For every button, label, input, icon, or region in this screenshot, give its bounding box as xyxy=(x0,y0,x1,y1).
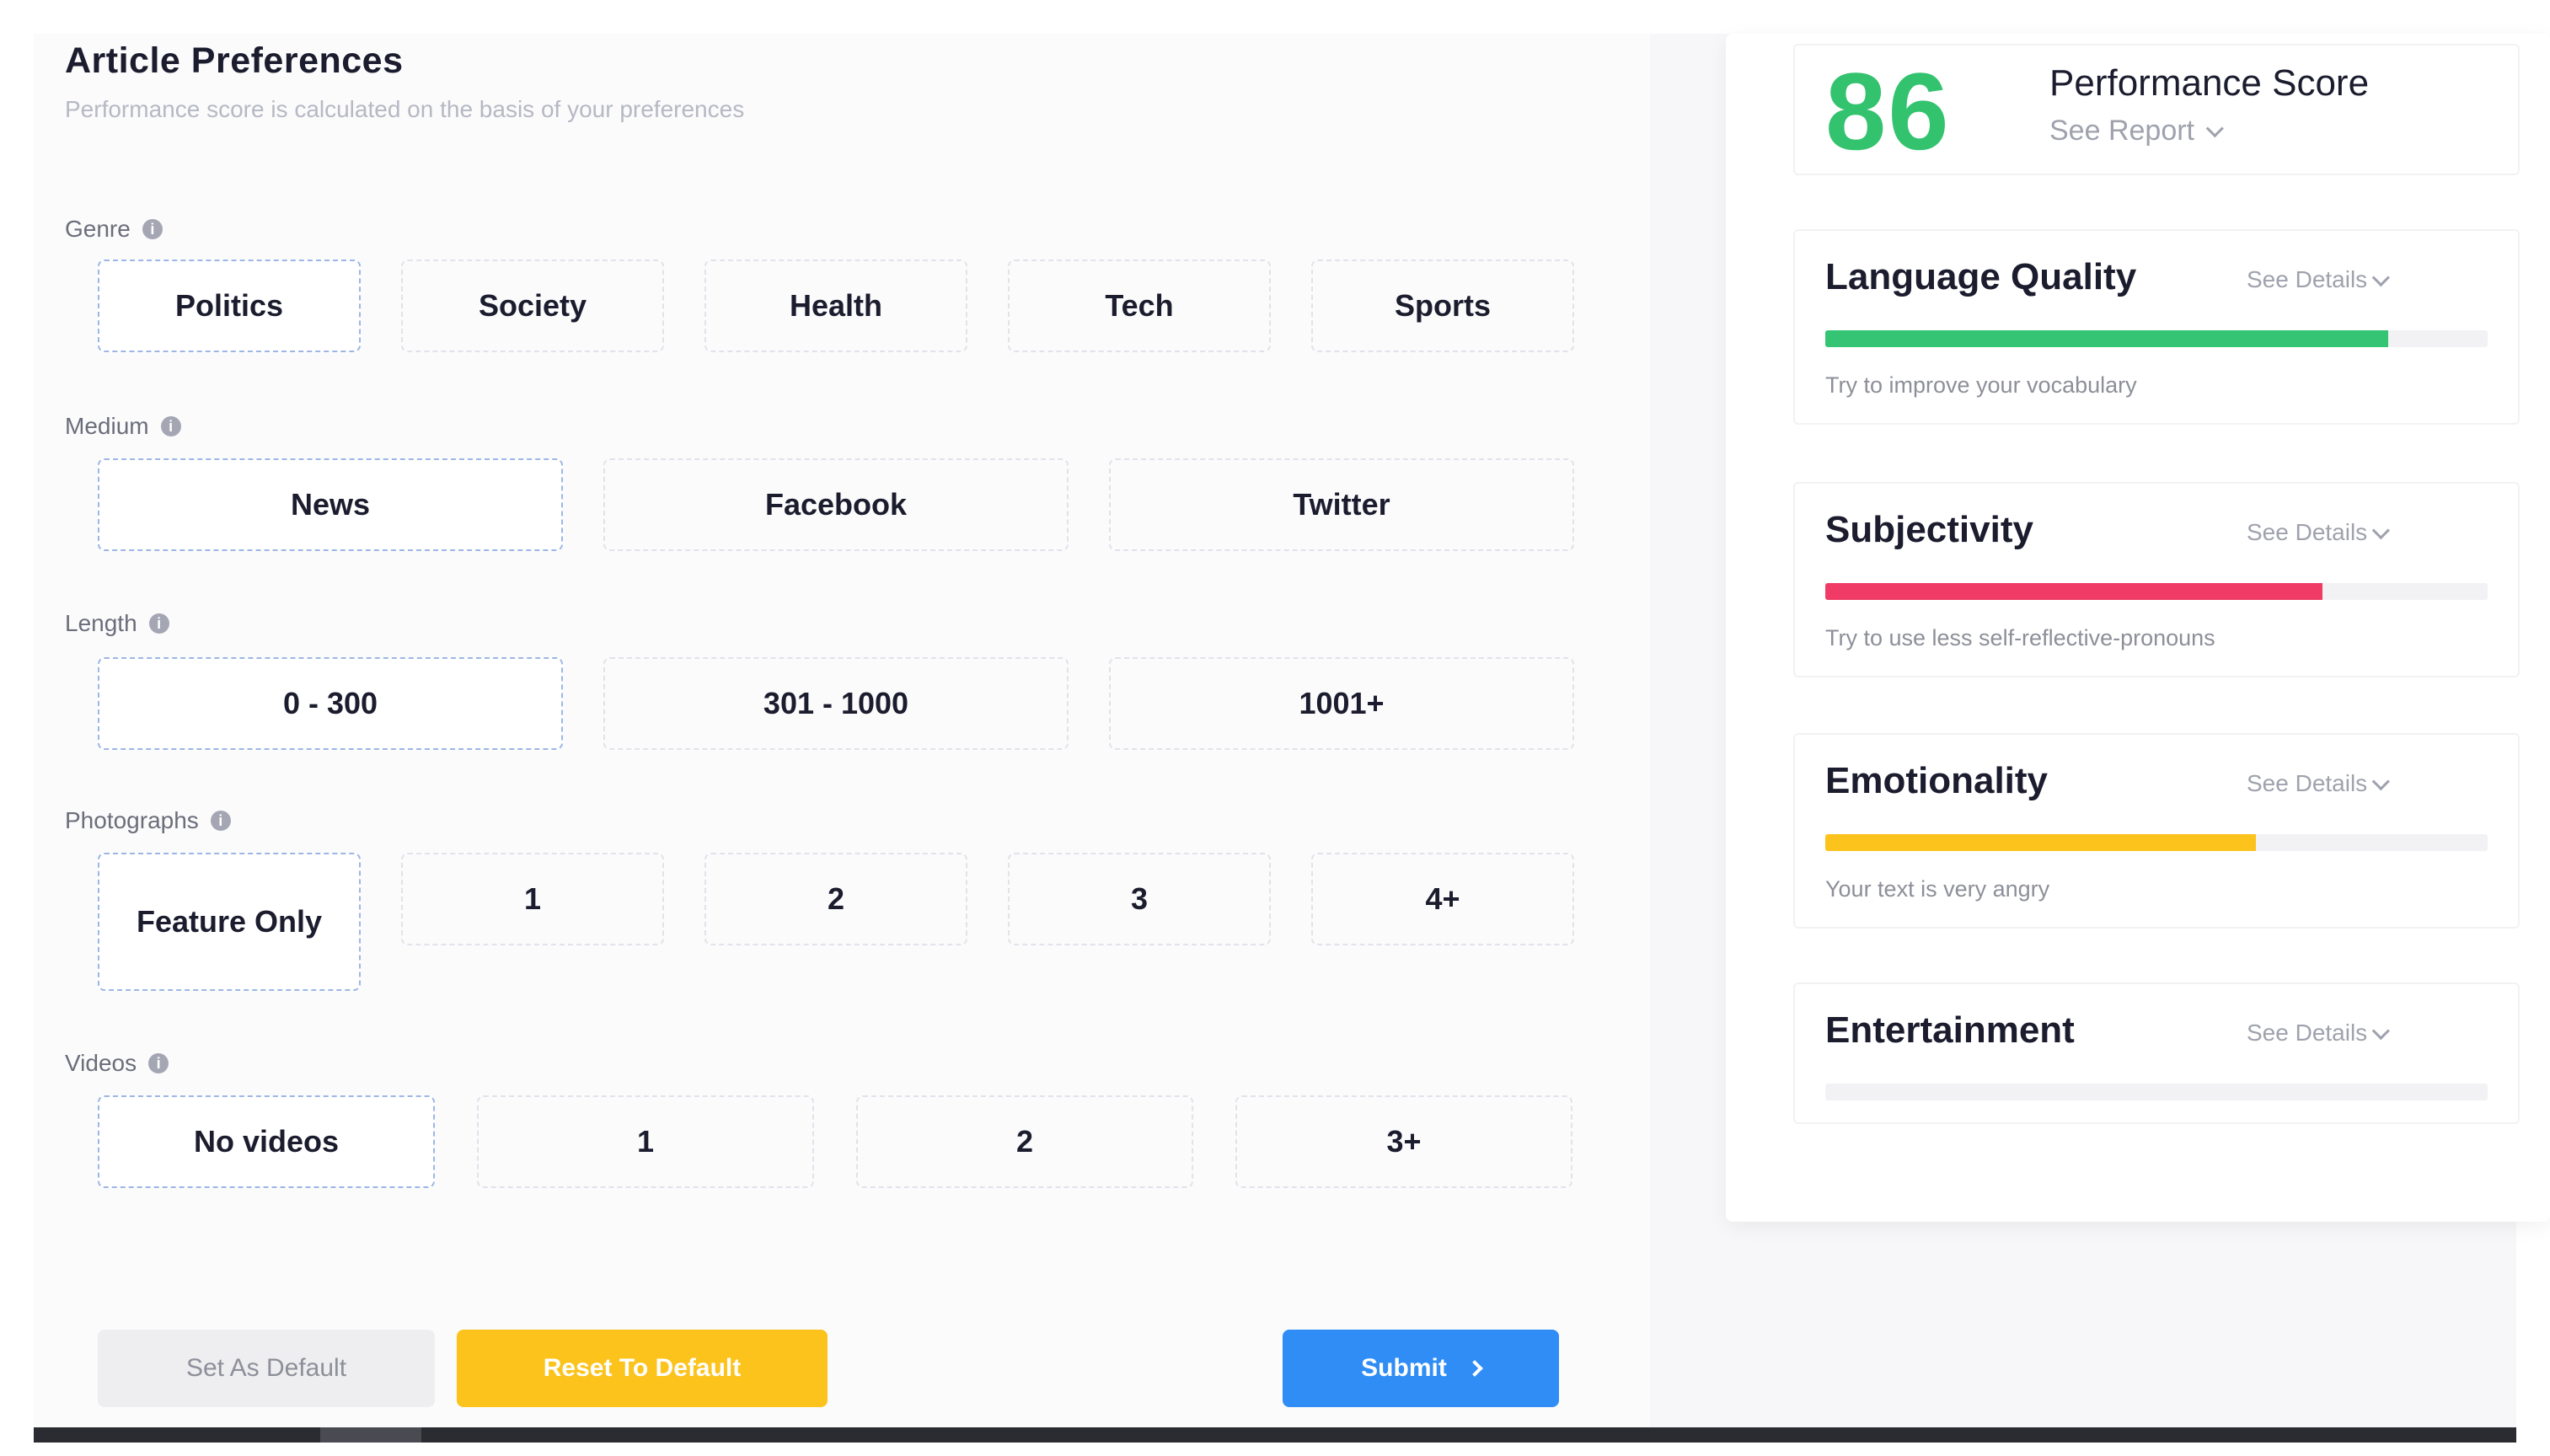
metric-title: Emotionality xyxy=(1825,760,2049,801)
submit-button[interactable]: Submit xyxy=(1283,1330,1559,1407)
performance-score-title: Performance Score xyxy=(2049,62,2370,104)
genre-option-society[interactable]: Society xyxy=(401,260,664,352)
progress-track xyxy=(1825,834,2488,851)
info-icon[interactable]: i xyxy=(210,811,231,831)
progress-fill xyxy=(1825,834,2256,851)
medium-option-news[interactable]: News xyxy=(98,458,563,551)
videos-option-1[interactable]: 1 xyxy=(477,1095,814,1188)
metric-card-language-quality: Language Quality See Details Try to impr… xyxy=(1793,229,2520,425)
photographs-option-4-plus[interactable]: 4+ xyxy=(1311,853,1574,945)
medium-label: Medium i xyxy=(65,413,181,440)
videos-option-none[interactable]: No videos xyxy=(98,1095,435,1188)
chevron-right-icon xyxy=(1465,1360,1483,1377)
scrollbar-thumb[interactable] xyxy=(320,1427,421,1443)
length-option-0-300[interactable]: 0 - 300 xyxy=(98,657,563,750)
chevron-down-icon xyxy=(2371,772,2391,790)
metric-hint: Try to use less self-reflective-pronouns xyxy=(1825,625,2215,650)
medium-option-twitter[interactable]: Twitter xyxy=(1109,458,1574,551)
info-icon[interactable]: i xyxy=(148,613,169,634)
medium-option-facebook[interactable]: Facebook xyxy=(603,458,1069,551)
metric-hint: Your text is very angry xyxy=(1825,876,2050,902)
genre-option-sports[interactable]: Sports xyxy=(1311,260,1574,352)
submit-label: Submit xyxy=(1361,1354,1447,1382)
set-as-default-button[interactable]: Set As Default xyxy=(98,1330,435,1407)
metric-card-emotionality: Emotionality See Details Your text is ve… xyxy=(1793,733,2520,929)
progress-track xyxy=(1825,1084,2488,1100)
progress-track xyxy=(1825,330,2488,347)
videos-label: Videos i xyxy=(65,1050,169,1077)
chevron-down-icon xyxy=(2371,268,2391,286)
page-subtitle: Performance score is calculated on the b… xyxy=(65,96,745,122)
performance-score-card: 86 Performance Score See Report xyxy=(1793,44,2520,175)
length-label: Length i xyxy=(65,610,169,637)
photographs-option-2[interactable]: 2 xyxy=(704,853,967,945)
progress-fill xyxy=(1825,330,2389,347)
photographs-option-1[interactable]: 1 xyxy=(401,853,664,945)
see-details-link[interactable]: See Details xyxy=(2247,770,2391,797)
photographs-label: Photographs i xyxy=(65,807,231,834)
chevron-down-icon xyxy=(2205,120,2224,138)
page-title: Article Preferences xyxy=(65,40,404,81)
metric-card-subjectivity: Subjectivity See Details Try to use less… xyxy=(1793,482,2520,677)
chevron-down-icon xyxy=(2371,521,2391,539)
info-icon[interactable]: i xyxy=(148,1053,169,1073)
metric-card-entertainment: Entertainment See Details xyxy=(1793,982,2520,1124)
info-icon[interactable]: i xyxy=(142,219,163,239)
genre-option-politics[interactable]: Politics xyxy=(98,260,361,352)
reset-to-default-button[interactable]: Reset To Default xyxy=(457,1330,828,1407)
progress-track xyxy=(1825,583,2488,600)
see-report-link[interactable]: See Report xyxy=(2049,115,2224,147)
metric-title: Subjectivity xyxy=(1825,509,2033,550)
see-details-link[interactable]: See Details xyxy=(2247,519,2391,546)
photographs-option-3[interactable]: 3 xyxy=(1008,853,1271,945)
videos-option-3-plus[interactable]: 3+ xyxy=(1235,1095,1572,1188)
videos-option-2[interactable]: 2 xyxy=(856,1095,1193,1188)
progress-fill xyxy=(1825,583,2322,600)
performance-score-value: 86 xyxy=(1825,50,1951,173)
metric-title: Entertainment xyxy=(1825,1009,2075,1051)
photographs-option-feature-only[interactable]: Feature Only xyxy=(98,853,361,991)
see-details-link[interactable]: See Details xyxy=(2247,1020,2391,1046)
bottom-scrollbar[interactable] xyxy=(34,1427,2516,1443)
genre-option-health[interactable]: Health xyxy=(704,260,967,352)
length-option-301-1000[interactable]: 301 - 1000 xyxy=(603,657,1069,750)
see-details-link[interactable]: See Details xyxy=(2247,266,2391,293)
info-icon[interactable]: i xyxy=(160,416,181,436)
length-option-1001-plus[interactable]: 1001+ xyxy=(1109,657,1574,750)
genre-option-tech[interactable]: Tech xyxy=(1008,260,1271,352)
metric-title: Language Quality xyxy=(1825,256,2137,297)
chevron-down-icon xyxy=(2371,1021,2391,1040)
metric-hint: Try to improve your vocabulary xyxy=(1825,372,2137,398)
genre-label: Genre i xyxy=(65,216,163,243)
